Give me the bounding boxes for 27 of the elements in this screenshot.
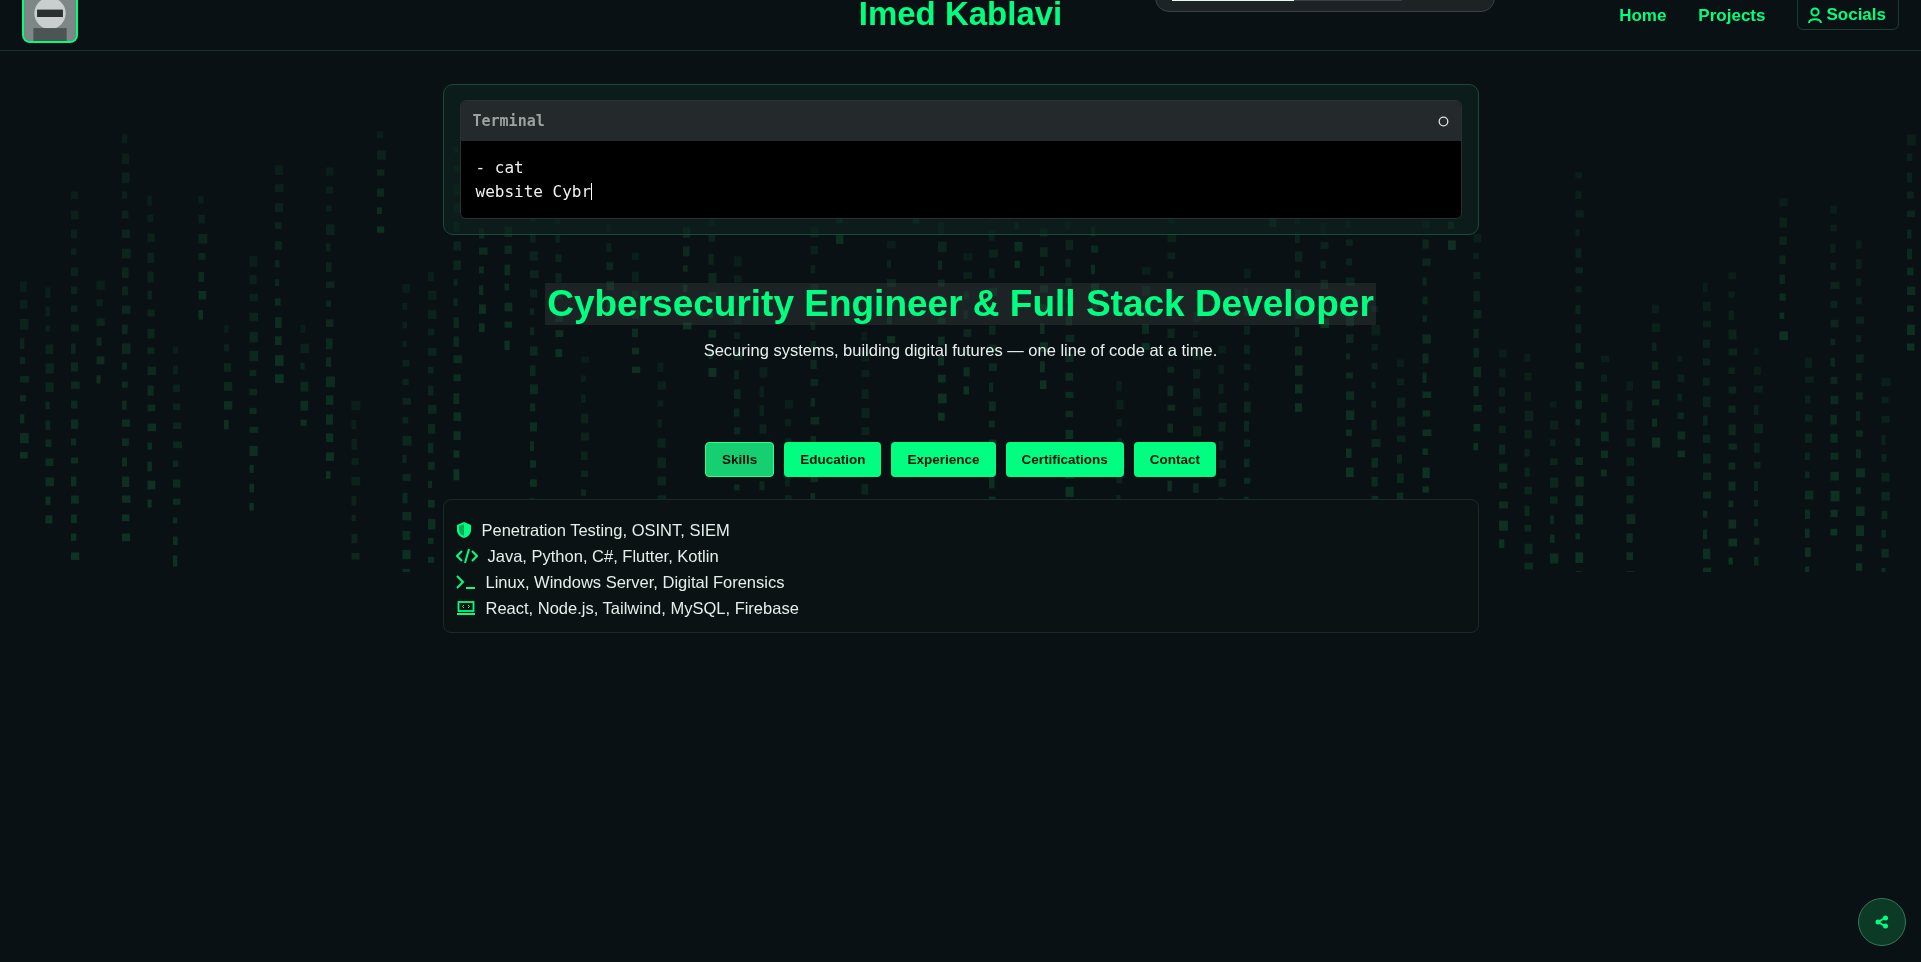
- terminal-title: Terminal: [472, 112, 545, 130]
- share-icon: [1875, 915, 1889, 929]
- section-tab[interactable]: Contact: [1133, 442, 1217, 477]
- section-tab[interactable]: Education: [784, 442, 882, 477]
- hero-tagline: Securing systems, building digital futures — one line of code at a time.: [703, 341, 1218, 360]
- circle-icon[interactable]: [1437, 115, 1449, 127]
- terminal-prompt-icon: [455, 574, 476, 590]
- laptop-icon: [455, 600, 476, 616]
- code-icon: [455, 548, 478, 564]
- skill-text: Linux, Windows Server, Digital Forensics: [485, 572, 785, 592]
- shield-icon: [455, 521, 472, 539]
- site-title: Imed Kablavi: [858, 0, 1063, 33]
- section-tab[interactable]: Experience: [891, 442, 996, 477]
- terminal-line: website Cybr: [475, 181, 593, 203]
- nav-link[interactable]: Home: [1619, 6, 1667, 26]
- section-tab[interactable]: Certifications: [1005, 442, 1124, 477]
- user-icon: [1808, 6, 1823, 24]
- avatar-icon[interactable]: [22, 0, 78, 43]
- section-tab[interactable]: Skills: [704, 442, 775, 477]
- skill-text: Penetration Testing, OSINT, SIEM: [481, 520, 730, 540]
- share-button[interactable]: [1858, 898, 1906, 946]
- skill-text: Java, Python, C#, Flutter, Kotlin: [487, 546, 719, 566]
- socials-button[interactable]: Socials: [1797, 0, 1899, 30]
- terminal-line: - cat: [475, 157, 524, 179]
- hero-heading: Cybersecurity Engineer & Full Stack Developer: [545, 283, 1376, 325]
- skill-text: React, Node.js, Tailwind, MySQL, Firebase: [485, 598, 799, 618]
- nav-link[interactable]: Projects: [1698, 6, 1766, 26]
